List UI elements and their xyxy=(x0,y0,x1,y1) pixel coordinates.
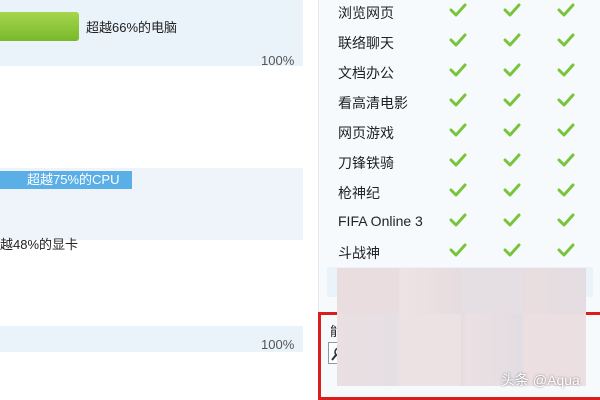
capability-label: 浏览网页 xyxy=(338,5,394,21)
checkmark-icon xyxy=(449,183,467,197)
score-panel: 超越66%的电脑 100% 超越75%的CPU 越48%的显卡 100% xyxy=(0,0,318,400)
capability-label: 网页游戏 xyxy=(338,125,394,141)
checkmark-icon xyxy=(557,243,575,257)
capability-label: FIFA Online 3 xyxy=(338,213,423,229)
checkmark-icon xyxy=(503,123,521,137)
capability-label: 文档办公 xyxy=(338,65,394,81)
max-percent-bottom: 100% xyxy=(261,337,295,352)
checkmark-icon xyxy=(557,213,575,227)
checkmark-icon xyxy=(449,153,467,167)
capability-row: 联络聊天 xyxy=(327,27,593,57)
checkmark-icon xyxy=(449,93,467,107)
overall-score-text: 超越66%的电脑 xyxy=(86,20,178,35)
checkmark-icon xyxy=(449,123,467,137)
capability-row: 浏览网页 xyxy=(327,0,593,27)
bottom-band xyxy=(0,326,303,352)
checkmark-icon xyxy=(557,123,575,137)
capability-row: 网页游戏 xyxy=(327,117,593,147)
checkmark-icon xyxy=(449,3,467,17)
max-percent-top: 100% xyxy=(261,53,295,68)
gpu-score-text: 越48%的显卡 xyxy=(0,237,79,252)
capability-row: 文档办公 xyxy=(327,57,593,87)
checkmark-icon xyxy=(503,153,521,167)
capability-row: 刀锋铁骑 xyxy=(327,147,593,177)
checkmark-icon xyxy=(503,3,521,17)
watermark: 头条 @Aqua xyxy=(501,372,580,388)
capability-row: 枪神纪 xyxy=(327,177,593,207)
redacted-block xyxy=(337,268,399,314)
checkmark-icon xyxy=(503,243,521,257)
capability-label: 刀锋铁骑 xyxy=(338,155,394,171)
checkmark-icon xyxy=(449,213,467,227)
cpu-score-text: 超越75%的CPU xyxy=(27,172,120,187)
checkmark-icon xyxy=(503,63,521,77)
checkmark-icon xyxy=(503,213,521,227)
redacted-block xyxy=(461,268,523,314)
checkmark-icon xyxy=(503,33,521,47)
capability-label: 枪神纪 xyxy=(338,185,380,201)
checkmark-icon xyxy=(503,93,521,107)
overall-score-bar xyxy=(0,12,79,41)
capability-label: 联络聊天 xyxy=(338,35,394,51)
capability-row: FIFA Online 3 xyxy=(327,207,593,237)
checkmark-icon xyxy=(557,183,575,197)
redacted-block xyxy=(399,314,461,386)
redacted-area xyxy=(337,268,586,386)
capability-label: 斗战神 xyxy=(338,245,380,261)
checkmark-icon xyxy=(557,153,575,167)
checkmark-icon xyxy=(557,93,575,107)
checkmark-icon xyxy=(557,63,575,77)
checkmark-icon xyxy=(449,63,467,77)
checkmark-icon xyxy=(449,33,467,47)
checkmark-icon xyxy=(557,33,575,47)
checkmark-icon xyxy=(503,183,521,197)
checkmark-icon xyxy=(449,243,467,257)
checkmark-icon xyxy=(557,3,575,17)
capability-row: 斗战神 xyxy=(327,237,593,267)
capability-label: 看高清电影 xyxy=(338,95,408,111)
capability-row: 看高清电影 xyxy=(327,87,593,117)
